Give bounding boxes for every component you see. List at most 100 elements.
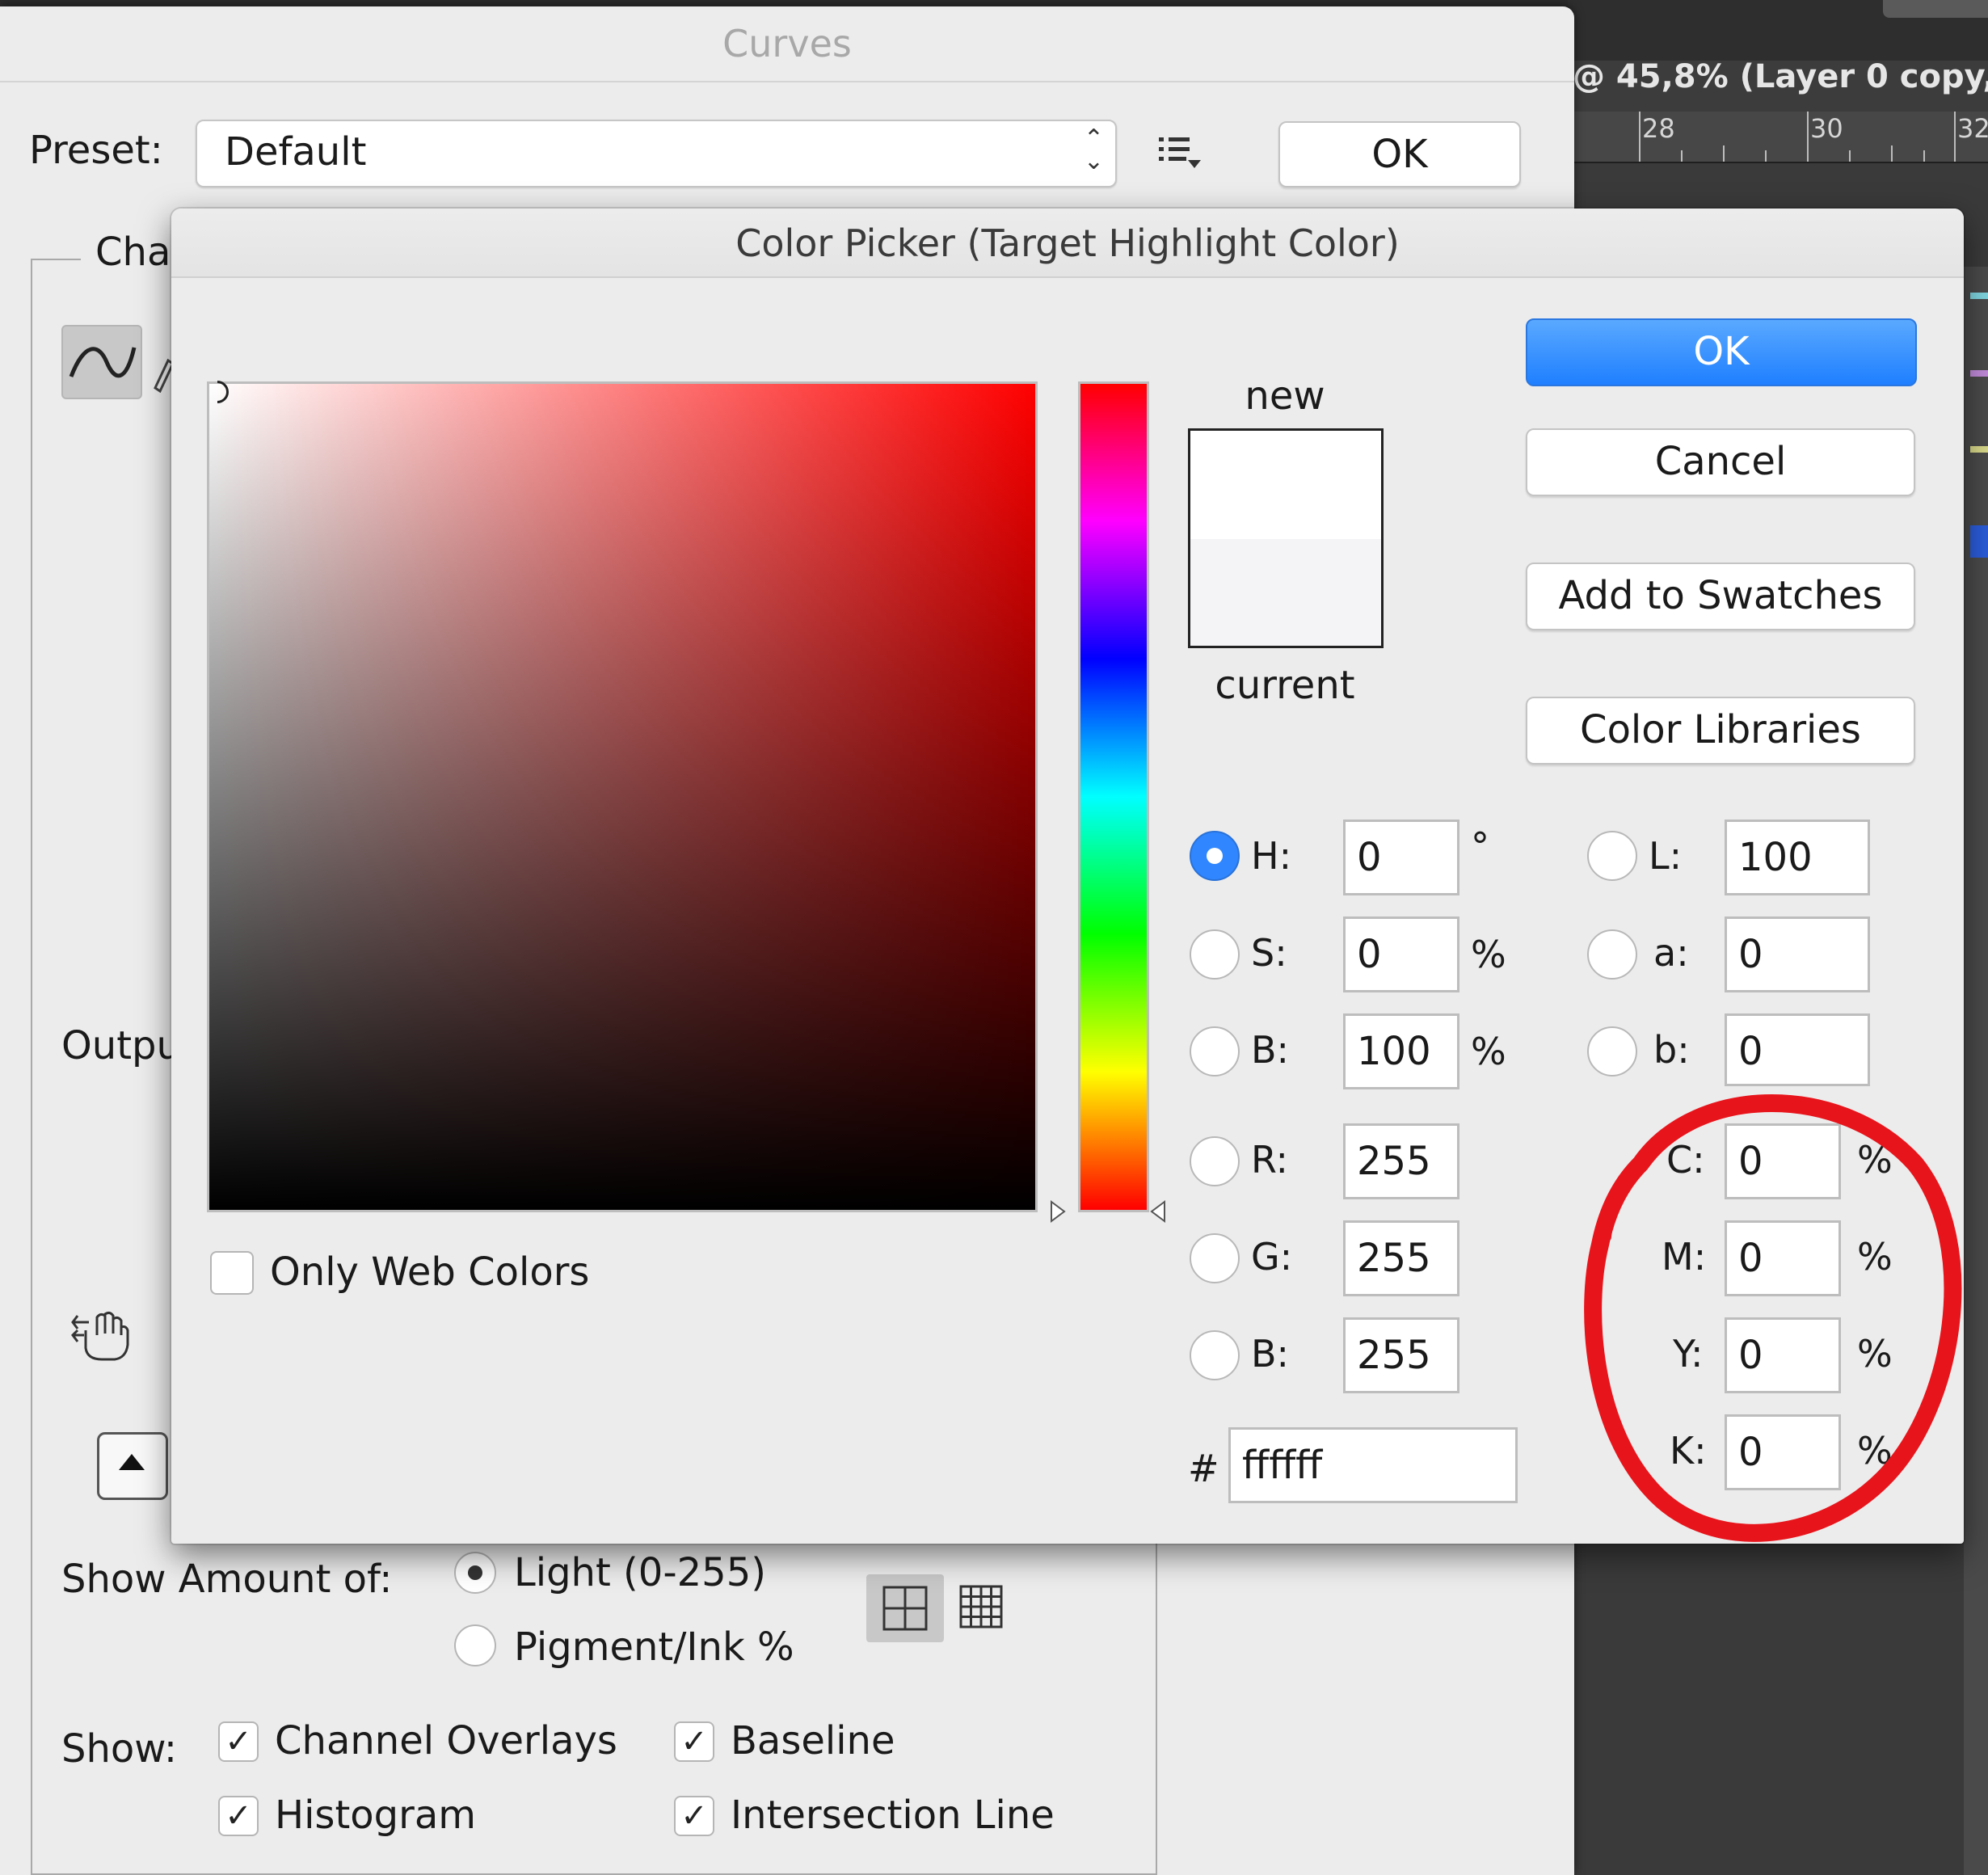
curves-title: Curves [0, 6, 1574, 82]
brightness-radio[interactable] [1190, 1026, 1240, 1077]
a-channel-label: a: [1653, 931, 1689, 975]
curves-ok-button[interactable]: OK [1278, 121, 1521, 188]
detailed-grid-icon[interactable] [958, 1584, 1004, 1629]
blue-radio[interactable] [1190, 1330, 1240, 1380]
channel-label: Cha [95, 230, 171, 275]
b-channel-radio[interactable] [1587, 1026, 1637, 1077]
current-color-label: current [1215, 663, 1355, 708]
channel-overlays-label: Channel Overlays [275, 1718, 617, 1763]
output-label: Outpu [61, 1023, 181, 1068]
percent-unit: % [1857, 1429, 1893, 1473]
current-color-swatch[interactable] [1190, 539, 1381, 646]
panel-color-stripe [1970, 525, 1988, 558]
percent-unit: % [1857, 1138, 1893, 1182]
magenta-label: M: [1662, 1235, 1707, 1279]
pigment-option-label: Pigment/Ink % [514, 1624, 794, 1670]
ruler-tick [1681, 150, 1683, 162]
saturation-radio[interactable] [1190, 929, 1240, 980]
lightness-field[interactable]: 100 [1725, 820, 1870, 895]
blue-field[interactable]: 255 [1343, 1317, 1459, 1393]
color-picker-dialog: Color Picker (Target Highlight Color) On… [171, 209, 1964, 1544]
expand-up-button[interactable] [97, 1432, 168, 1500]
brightness-label: B: [1251, 1028, 1290, 1072]
only-web-colors-label: Only Web Colors [270, 1249, 590, 1295]
ruler-tick [1954, 112, 1956, 162]
hue-slider[interactable] [1078, 381, 1149, 1212]
intersection-line-checkbox[interactable]: ✓ [674, 1796, 714, 1836]
ruler-tick [1723, 145, 1725, 162]
percent-unit: % [1471, 933, 1506, 976]
light-radio[interactable] [454, 1552, 496, 1594]
show-amount-label: Show Amount of: [61, 1557, 393, 1602]
ruler-label: 32 [1957, 113, 1988, 144]
brightness-field[interactable]: 100 [1343, 1013, 1459, 1089]
histogram-label: Histogram [275, 1793, 476, 1838]
only-web-colors-checkbox[interactable] [210, 1251, 254, 1295]
targeted-adjustment-hand-icon[interactable] [69, 1306, 134, 1366]
ruler-tick [1807, 112, 1809, 162]
red-field[interactable]: 255 [1343, 1123, 1459, 1199]
hex-field[interactable]: ffffff [1228, 1427, 1518, 1503]
ruler-tick [1765, 150, 1767, 162]
light-option-label: Light (0-255) [514, 1550, 766, 1595]
new-color-swatch [1190, 431, 1381, 539]
green-field[interactable]: 255 [1343, 1220, 1459, 1296]
b-channel-label: b: [1653, 1028, 1690, 1072]
panel-color-stripe [1970, 370, 1988, 377]
top-strip-button[interactable] [1883, 0, 1988, 18]
hue-slider-right-arrow[interactable] [1149, 1199, 1167, 1224]
ruler-label: 28 [1642, 113, 1675, 144]
degree-unit: ° [1471, 824, 1489, 868]
red-radio[interactable] [1190, 1136, 1240, 1186]
intersection-line-label: Intersection Line [731, 1793, 1055, 1838]
hue-field[interactable]: 0 [1343, 820, 1459, 895]
ruler-tick [1923, 150, 1925, 162]
horizontal-ruler: 28 30 32 [1568, 112, 1988, 163]
cyan-field[interactable]: 0 [1725, 1123, 1841, 1199]
preset-select[interactable]: Default ⌃ ⌄ [196, 120, 1117, 188]
pigment-radio[interactable] [454, 1624, 496, 1666]
simple-grid-icon [882, 1586, 928, 1631]
percent-unit: % [1471, 1030, 1506, 1073]
cancel-button[interactable]: Cancel [1526, 428, 1915, 496]
preset-options-icon[interactable] [1157, 134, 1202, 173]
a-channel-radio[interactable] [1587, 929, 1637, 980]
yellow-field[interactable]: 0 [1725, 1317, 1841, 1393]
a-channel-field[interactable]: 0 [1725, 916, 1870, 992]
histogram-checkbox[interactable]: ✓ [218, 1796, 259, 1836]
percent-unit: % [1857, 1332, 1893, 1376]
hue-slider-left-arrow[interactable] [1049, 1199, 1067, 1224]
preset-label: Preset: [29, 128, 163, 173]
add-to-swatches-button[interactable]: Add to Swatches [1526, 562, 1915, 630]
curve-icon [69, 347, 137, 378]
green-label: G: [1251, 1235, 1293, 1279]
green-radio[interactable] [1190, 1233, 1240, 1283]
preset-value: Default [225, 129, 367, 175]
color-libraries-button[interactable]: Color Libraries [1526, 697, 1915, 765]
percent-unit: % [1857, 1235, 1893, 1279]
blue-label: B: [1251, 1332, 1290, 1376]
ruler-tick [1849, 150, 1851, 162]
baseline-label: Baseline [731, 1718, 895, 1763]
color-picker-title: Color Picker (Target Highlight Color) [171, 209, 1964, 278]
document-tab-title[interactable]: @ 45,8% (Layer 0 copy, RG [1573, 58, 1988, 95]
saturation-field[interactable]: 0 [1343, 916, 1459, 992]
simple-grid-button[interactable] [866, 1574, 944, 1642]
show-label: Show: [61, 1726, 178, 1772]
black-field[interactable]: 0 [1725, 1414, 1841, 1490]
hex-label: # [1188, 1447, 1219, 1490]
color-field-marker[interactable] [217, 381, 229, 403]
channel-overlays-checkbox[interactable]: ✓ [218, 1721, 259, 1762]
magenta-field[interactable]: 0 [1725, 1220, 1841, 1296]
saturation-label: S: [1251, 931, 1287, 975]
curve-tool-button[interactable] [61, 325, 142, 399]
new-color-label: new [1245, 373, 1325, 419]
b-channel-field[interactable]: 0 [1725, 1013, 1870, 1086]
hue-radio[interactable] [1190, 831, 1240, 881]
baseline-checkbox[interactable]: ✓ [674, 1721, 714, 1762]
panel-edge [1964, 267, 1988, 1875]
saturation-brightness-field[interactable] [207, 381, 1038, 1212]
picker-ok-button[interactable]: OK [1526, 318, 1917, 386]
lightness-radio[interactable] [1587, 831, 1637, 881]
lightness-label: L: [1649, 834, 1683, 878]
